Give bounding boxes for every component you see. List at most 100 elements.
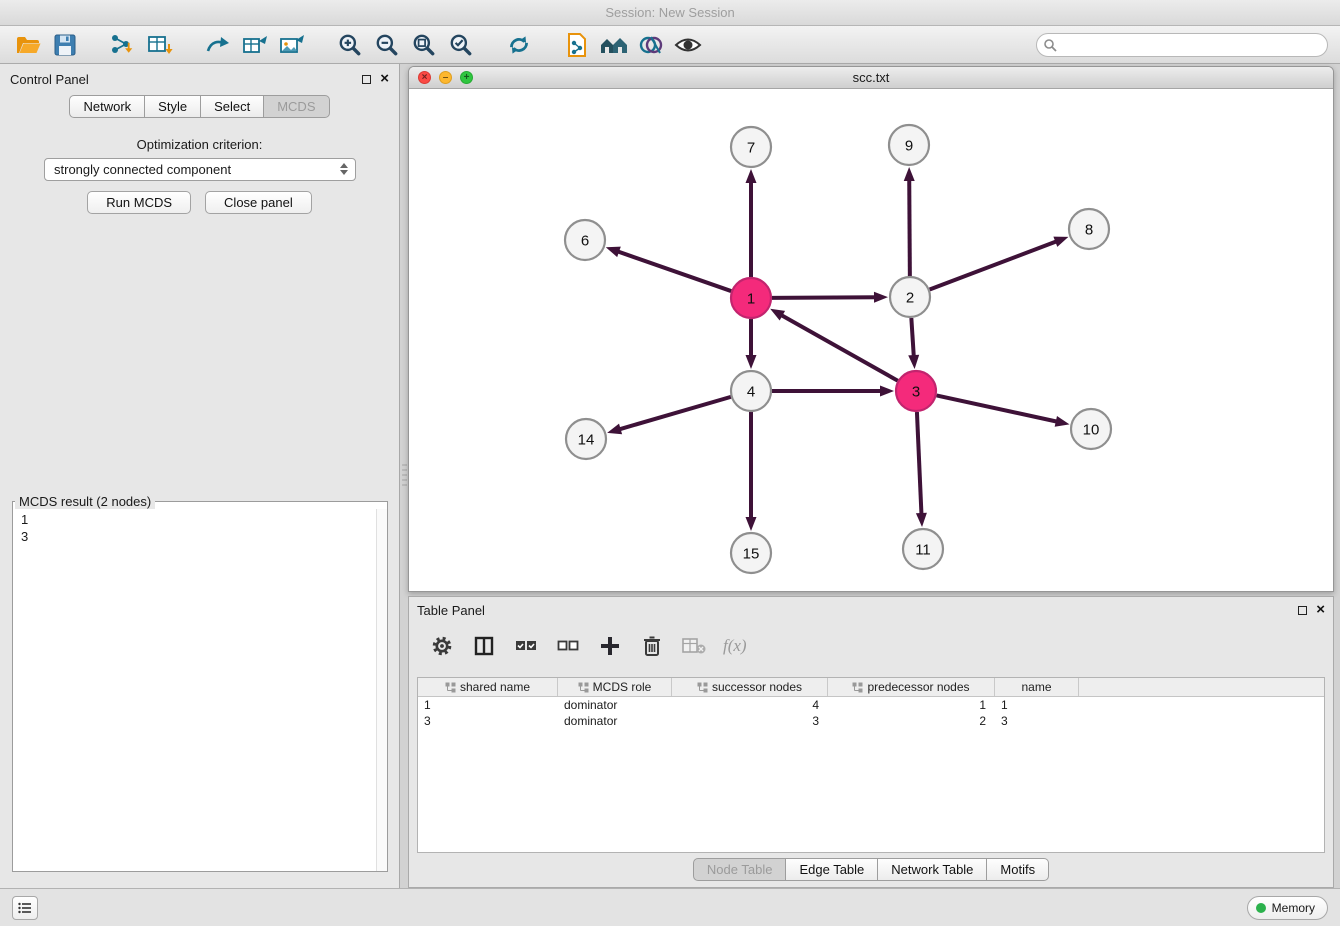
tab-network-table[interactable]: Network Table <box>878 858 987 881</box>
tab-select[interactable]: Select <box>201 95 264 118</box>
cell-successor-nodes[interactable]: 4 <box>672 697 828 713</box>
optimization-criterion-select[interactable]: strongly connected component <box>44 158 356 181</box>
graph-node-6[interactable]: 6 <box>565 220 605 260</box>
cell-predecessor-nodes[interactable]: 2 <box>828 713 995 729</box>
column-header-shared-name[interactable]: shared name <box>418 678 558 696</box>
svg-text:1: 1 <box>747 290 755 307</box>
minimize-window-icon[interactable]: – <box>439 71 452 84</box>
traffic-lights: × – + <box>418 71 473 84</box>
control-panel-title: Control Panel <box>10 72 89 87</box>
table-settings-gear-icon[interactable] <box>429 633 455 659</box>
column-header-mcds-role[interactable]: MCDS role <box>558 678 672 696</box>
graph-edge-2-8[interactable] <box>930 241 1059 290</box>
graph-node-7[interactable]: 7 <box>731 127 771 167</box>
export-image-icon[interactable] <box>276 30 308 60</box>
close-window-icon[interactable]: × <box>418 71 431 84</box>
graph-node-3[interactable]: 3 <box>896 371 936 411</box>
graph-edge-arrowhead <box>874 292 888 303</box>
graph-edge-arrowhead <box>746 169 757 183</box>
memory-status-icon <box>1256 903 1266 913</box>
column-header-predecessor-nodes[interactable]: predecessor nodes <box>828 678 995 696</box>
import-table-from-file-icon[interactable] <box>144 30 176 60</box>
zoom-selected-icon[interactable] <box>445 30 477 60</box>
graph-edge-arrowhead <box>916 513 927 527</box>
close-panel-icon[interactable]: × <box>1316 604 1325 616</box>
add-column-icon[interactable] <box>597 633 623 659</box>
svg-text:9: 9 <box>905 137 913 154</box>
overview-icon[interactable] <box>598 30 630 60</box>
delete-table-icon[interactable] <box>681 633 707 659</box>
tab-mcds[interactable]: MCDS <box>264 95 329 118</box>
select-all-rows-icon[interactable] <box>513 633 539 659</box>
network-document-icon[interactable] <box>561 30 593 60</box>
graph-edge-4-14[interactable] <box>618 397 731 430</box>
graph-edge-3-10[interactable] <box>937 395 1059 422</box>
graph-node-9[interactable]: 9 <box>889 125 929 165</box>
function-builder-icon[interactable]: f(x) <box>723 633 747 659</box>
zoom-in-icon[interactable] <box>334 30 366 60</box>
show-columns-icon[interactable] <box>471 633 497 659</box>
graph-node-14[interactable]: 14 <box>566 419 606 459</box>
graph-edge-1-2[interactable] <box>772 297 877 298</box>
tab-node-table[interactable]: Node Table <box>693 858 787 881</box>
deselect-all-rows-icon[interactable] <box>555 633 581 659</box>
cell-predecessor-nodes[interactable]: 1 <box>828 697 995 713</box>
show-graphics-details-icon[interactable] <box>672 30 704 60</box>
close-panel-button[interactable]: Close panel <box>205 191 312 214</box>
cell-mcds-role[interactable]: dominator <box>558 713 672 729</box>
export-network-icon[interactable] <box>202 30 234 60</box>
graph-node-15[interactable]: 15 <box>731 533 771 573</box>
zoom-fit-icon[interactable] <box>408 30 440 60</box>
refresh-icon[interactable] <box>503 30 535 60</box>
cell-name[interactable]: 3 <box>995 713 1079 729</box>
import-network-from-file-icon[interactable] <box>107 30 139 60</box>
network-canvas[interactable]: 7 9 6 8 1 2 4 3 10 14 15 11 <box>409 89 1333 591</box>
tab-network[interactable]: Network <box>69 95 145 118</box>
graph-node-11[interactable]: 11 <box>903 529 943 569</box>
table-row[interactable]: 1 dominator 4 1 1 <box>418 697 1324 713</box>
graph-node-4[interactable]: 4 <box>731 371 771 411</box>
tab-edge-table[interactable]: Edge Table <box>786 858 878 881</box>
maximize-window-icon[interactable]: + <box>460 71 473 84</box>
zoom-out-icon[interactable] <box>371 30 403 60</box>
task-history-icon[interactable] <box>12 896 38 920</box>
column-header-name[interactable]: name <box>995 678 1079 696</box>
toolbar-separator <box>86 26 102 63</box>
tab-style[interactable]: Style <box>145 95 201 118</box>
panel-splitter[interactable] <box>401 64 408 888</box>
network-graph[interactable]: 7 9 6 8 1 2 4 3 10 14 15 11 <box>409 89 1333 591</box>
column-type-icon <box>852 682 863 693</box>
mcds-result-item: 1 <box>13 511 387 528</box>
float-panel-icon[interactable] <box>362 75 371 84</box>
column-header-successor-nodes[interactable]: successor nodes <box>672 678 828 696</box>
result-scrollbar[interactable] <box>376 509 387 871</box>
table-row[interactable]: 3 dominator 3 2 3 <box>418 713 1324 729</box>
cell-shared-name[interactable]: 3 <box>418 713 558 729</box>
graph-edge-1-6[interactable] <box>616 251 731 291</box>
graph-node-10[interactable]: 10 <box>1071 409 1111 449</box>
tab-motifs[interactable]: Motifs <box>987 858 1049 881</box>
graph-node-1[interactable]: 1 <box>731 278 771 318</box>
graph-node-2[interactable]: 2 <box>890 277 930 317</box>
style-paint-icon[interactable] <box>635 30 667 60</box>
graph-edge-3-1[interactable] <box>780 314 898 380</box>
memory-button[interactable]: Memory <box>1247 896 1328 920</box>
delete-column-trash-icon[interactable] <box>639 633 665 659</box>
cell-shared-name[interactable]: 1 <box>418 697 558 713</box>
graph-edge-2-9[interactable] <box>909 178 910 276</box>
run-mcds-button[interactable]: Run MCDS <box>87 191 191 214</box>
search-input[interactable] <box>1036 33 1328 57</box>
float-panel-icon[interactable] <box>1298 606 1307 615</box>
cell-mcds-role[interactable]: dominator <box>558 697 672 713</box>
open-icon[interactable] <box>12 30 44 60</box>
graph-node-8[interactable]: 8 <box>1069 209 1109 249</box>
cell-successor-nodes[interactable]: 3 <box>672 713 828 729</box>
export-table-icon[interactable] <box>239 30 271 60</box>
splitter-handle[interactable] <box>402 464 407 486</box>
cell-name[interactable]: 1 <box>995 697 1079 713</box>
save-icon[interactable] <box>49 30 81 60</box>
close-panel-icon[interactable]: × <box>380 73 389 85</box>
graph-edge-3-11[interactable] <box>917 412 922 516</box>
column-type-icon <box>445 682 456 693</box>
graph-edge-2-3[interactable] <box>911 318 914 358</box>
